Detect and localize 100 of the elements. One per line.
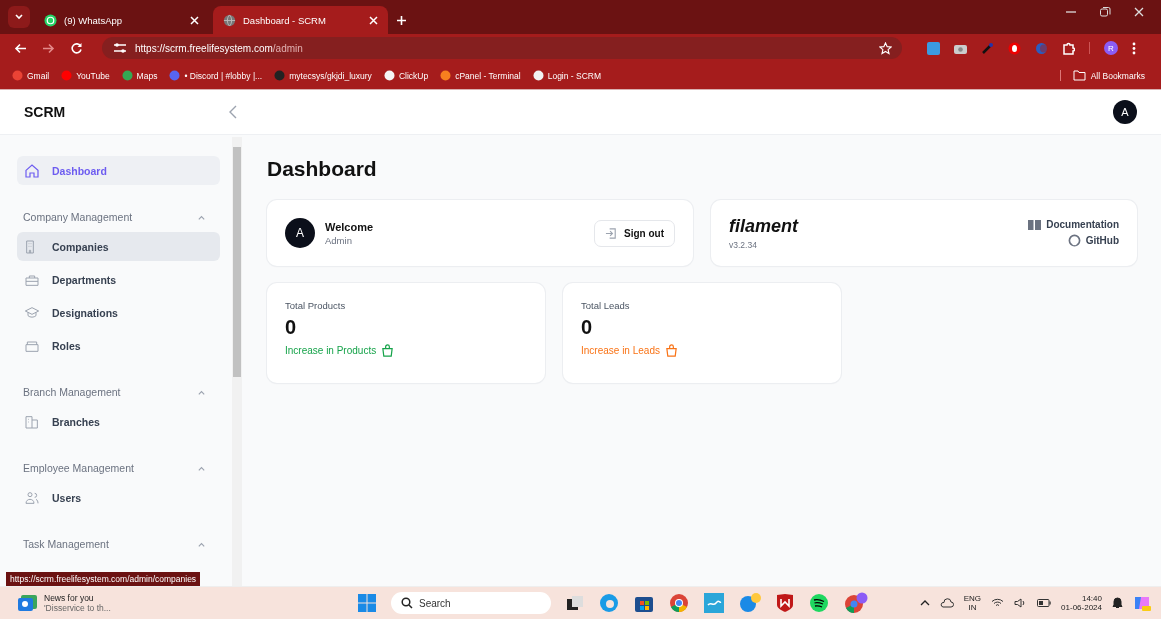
sidebar-item[interactable]: Users <box>17 483 220 512</box>
user-avatar[interactable]: A <box>1113 100 1137 124</box>
page-title: Dashboard <box>267 157 378 181</box>
all-bookmarks-button[interactable]: All Bookmarks <box>1059 70 1145 81</box>
shopping-bag-icon <box>381 344 395 357</box>
shopping-bag-icon <box>664 344 678 357</box>
shield-app-icon[interactable] <box>776 593 794 613</box>
close-icon[interactable] <box>1133 6 1145 18</box>
stat-description: Increase in Products <box>285 344 527 357</box>
browser-tab[interactable]: (9) WhatsApp <box>34 6 209 34</box>
music-app-icon[interactable] <box>809 593 829 613</box>
puzzle-icon[interactable] <box>1062 41 1075 55</box>
plus-icon <box>396 15 407 26</box>
bell-icon[interactable] <box>1112 597 1123 609</box>
close-tab-icon[interactable] <box>190 15 199 25</box>
site-settings-icon[interactable] <box>112 42 128 54</box>
favicon-icon <box>532 70 544 81</box>
welcome-heading: Welcome <box>325 220 374 233</box>
bookmark-link[interactable]: cPanel - Terminal <box>440 70 521 81</box>
home-icon <box>24 162 40 179</box>
chevron-up-icon[interactable] <box>919 599 930 607</box>
sidebar-item[interactable]: Companies <box>17 232 220 261</box>
address-bar[interactable]: https://scrm.freelifesystem.com/admin <box>102 37 902 59</box>
menu-item-icon <box>24 304 40 321</box>
profile-avatar[interactable]: R <box>1104 41 1118 55</box>
restore-icon[interactable] <box>1099 6 1111 18</box>
chrome-profile-app-icon[interactable] <box>844 592 868 614</box>
globe-icon <box>223 13 236 27</box>
back-arrow-icon[interactable] <box>14 41 27 55</box>
forward-arrow-icon[interactable] <box>42 41 55 55</box>
sidebar-item[interactable]: Departments <box>17 265 220 294</box>
chat-icon <box>44 13 57 27</box>
eyedropper-icon[interactable] <box>981 41 994 55</box>
scrollbar[interactable] <box>232 137 242 586</box>
bookmark-link[interactable]: Maps <box>121 70 158 81</box>
sidebar-group-header[interactable]: Employee Management <box>17 440 220 481</box>
battery-icon[interactable] <box>1037 599 1052 607</box>
app-brand: SCRM <box>24 104 66 120</box>
caret-icon <box>14 12 24 22</box>
favicon-icon <box>61 70 73 81</box>
reload-icon[interactable] <box>70 41 83 55</box>
browser-tab[interactable]: Dashboard - SCRM <box>213 6 388 34</box>
bookmark-link[interactable]: Login - SCRM <box>532 70 602 81</box>
favicon-icon <box>169 70 181 81</box>
news-headline: 'Disservice to th... <box>44 603 111 613</box>
tab-list-button[interactable] <box>8 6 30 28</box>
news-title: News for you <box>44 593 95 603</box>
extension-icon[interactable] <box>927 41 940 55</box>
favicon-icon <box>440 70 452 81</box>
app-tile-icon[interactable] <box>704 593 724 613</box>
stat-label: Total Products <box>285 300 347 311</box>
favicon-icon <box>12 70 23 81</box>
sidebar-item[interactable]: Designations <box>17 298 220 327</box>
stat-description: Increase in Leads <box>581 344 823 357</box>
sidebar-group-header[interactable]: Task Management <box>17 516 220 557</box>
bookmark-link[interactable]: ClickUp <box>383 70 429 81</box>
status-url: https://scrm.freelifesystem.com/admin/companies <box>6 572 201 586</box>
bookmark-link[interactable]: Gmail <box>12 70 50 81</box>
sidebar-group-header[interactable]: Company Management <box>17 189 220 230</box>
sign-out-icon <box>605 226 618 240</box>
wifi-icon[interactable] <box>991 598 1005 608</box>
favicon-icon <box>274 70 286 81</box>
star-icon[interactable] <box>879 41 892 55</box>
language-indicator[interactable]: ENG IN <box>963 594 982 612</box>
record-icon[interactable] <box>1008 41 1021 55</box>
folder-icon <box>1072 70 1086 81</box>
news-widget[interactable]: News for you 'Disservice to th... <box>18 593 318 613</box>
more-menu-icon[interactable] <box>1132 41 1136 55</box>
book-icon <box>1028 219 1042 230</box>
clock[interactable]: 14:40 01-06-2024 <box>1061 594 1102 612</box>
bookmark-link[interactable]: YouTube <box>61 70 110 81</box>
sidebar-group-header[interactable]: Branch Management <box>17 364 220 405</box>
sign-out-button[interactable]: Sign out <box>594 219 675 247</box>
taskbar-search-field[interactable]: Search <box>391 592 551 614</box>
bookmark-link[interactable]: mytecsys/gkjdi_luxury <box>274 70 372 81</box>
menu-item-icon <box>24 489 40 506</box>
cloud-icon[interactable] <box>939 598 954 608</box>
version-text: v3.2.34 <box>729 240 758 250</box>
copilot-icon[interactable] <box>1133 594 1151 612</box>
favicon-icon <box>383 70 395 81</box>
close-tab-icon[interactable] <box>369 15 378 25</box>
filament-logo: filament <box>729 216 798 237</box>
start-icon[interactable] <box>358 594 376 612</box>
stat-label: Total Leads <box>581 300 631 311</box>
bookmark-link[interactable]: • Discord | #lobby |... <box>169 70 263 81</box>
sidebar-item[interactable]: Branches <box>17 407 220 436</box>
github-icon <box>1067 234 1081 247</box>
sidebar-item[interactable]: Dashboard <box>17 156 220 185</box>
stat-value: 0 <box>581 316 594 339</box>
stat-value: 0 <box>285 316 298 339</box>
task-view-icon[interactable] <box>566 594 584 612</box>
sidebar-item[interactable]: Roles <box>17 331 220 360</box>
favicon-icon <box>121 70 133 81</box>
new-tab-button[interactable] <box>396 15 407 26</box>
documentation-link[interactable]: Documentation <box>1028 219 1119 230</box>
address-text: https://scrm.freelifesystem.com/admin <box>135 42 303 54</box>
help-app-icon[interactable] <box>739 593 761 613</box>
chrome-app-icon[interactable] <box>669 593 689 613</box>
user-avatar: A <box>285 218 315 248</box>
github-link[interactable]: GitHub <box>1067 234 1119 247</box>
